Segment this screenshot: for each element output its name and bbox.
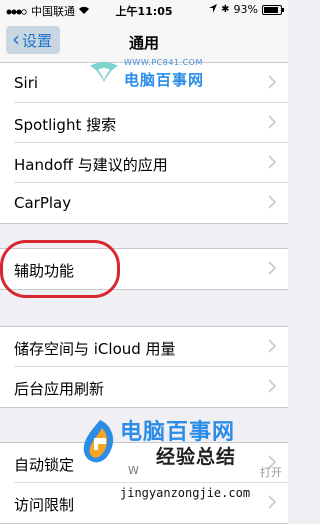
watermark-url: jingyanzongjie.com xyxy=(120,486,251,500)
row-spotlight[interactable]: Spotlight 搜索 xyxy=(0,103,288,143)
row-label: Handoff 与建议的应用 xyxy=(14,156,168,174)
location-icon xyxy=(209,3,218,16)
page-title: 通用 xyxy=(128,34,159,52)
row-label: CarPlay xyxy=(14,194,72,212)
navigation-bar: ‹ 设置 通用 xyxy=(0,20,288,63)
chevron-right-icon xyxy=(268,339,276,353)
watermark-url: WWW.PC841.COM xyxy=(124,58,203,67)
status-bar: 中国联通 上午11:05 ✱ 93% xyxy=(0,0,288,20)
status-right: ✱ 93% xyxy=(209,3,284,16)
chevron-right-icon xyxy=(268,379,276,393)
watermark-subtitle: 经验总结 xyxy=(156,446,237,468)
battery-percent: 93% xyxy=(233,3,258,16)
bluetooth-icon: ✱ xyxy=(221,4,230,15)
watermark-bottom: 电脑百事网 W 经验总结 打开 jingyanzongjie.com xyxy=(80,412,288,512)
chevron-right-icon xyxy=(268,115,276,129)
highlight-annotation xyxy=(0,240,120,298)
settings-group-3: 储存空间与 iCloud 用量 后台应用刷新 xyxy=(0,326,288,408)
battery-icon xyxy=(262,4,284,15)
chevron-right-icon xyxy=(268,155,276,169)
row-label: 储存空间与 iCloud 用量 xyxy=(14,340,176,358)
watermark-logo-icon xyxy=(83,420,114,463)
row-label: Spotlight 搜索 xyxy=(14,116,117,134)
watermark-open-text: 打开 xyxy=(260,466,282,479)
watermark-partial-text: W xyxy=(128,464,141,477)
row-label: 后台应用刷新 xyxy=(14,380,105,398)
row-label: 自动锁定 xyxy=(14,456,75,474)
row-handoff[interactable]: Handoff 与建议的应用 xyxy=(0,143,288,183)
watermark-logo-icon xyxy=(90,62,118,82)
row-label: Siri xyxy=(14,74,39,92)
watermark-name: 电脑百事网 xyxy=(124,71,205,89)
watermark-top: WWW.PC841.COM 电脑百事网 xyxy=(88,58,238,94)
chevron-right-icon xyxy=(268,75,276,89)
chevron-right-icon xyxy=(268,261,276,275)
row-carplay[interactable]: CarPlay xyxy=(0,183,288,223)
row-storage[interactable]: 储存空间与 iCloud 用量 xyxy=(0,327,288,367)
chevron-right-icon xyxy=(268,195,276,209)
row-background-refresh[interactable]: 后台应用刷新 xyxy=(0,367,288,407)
